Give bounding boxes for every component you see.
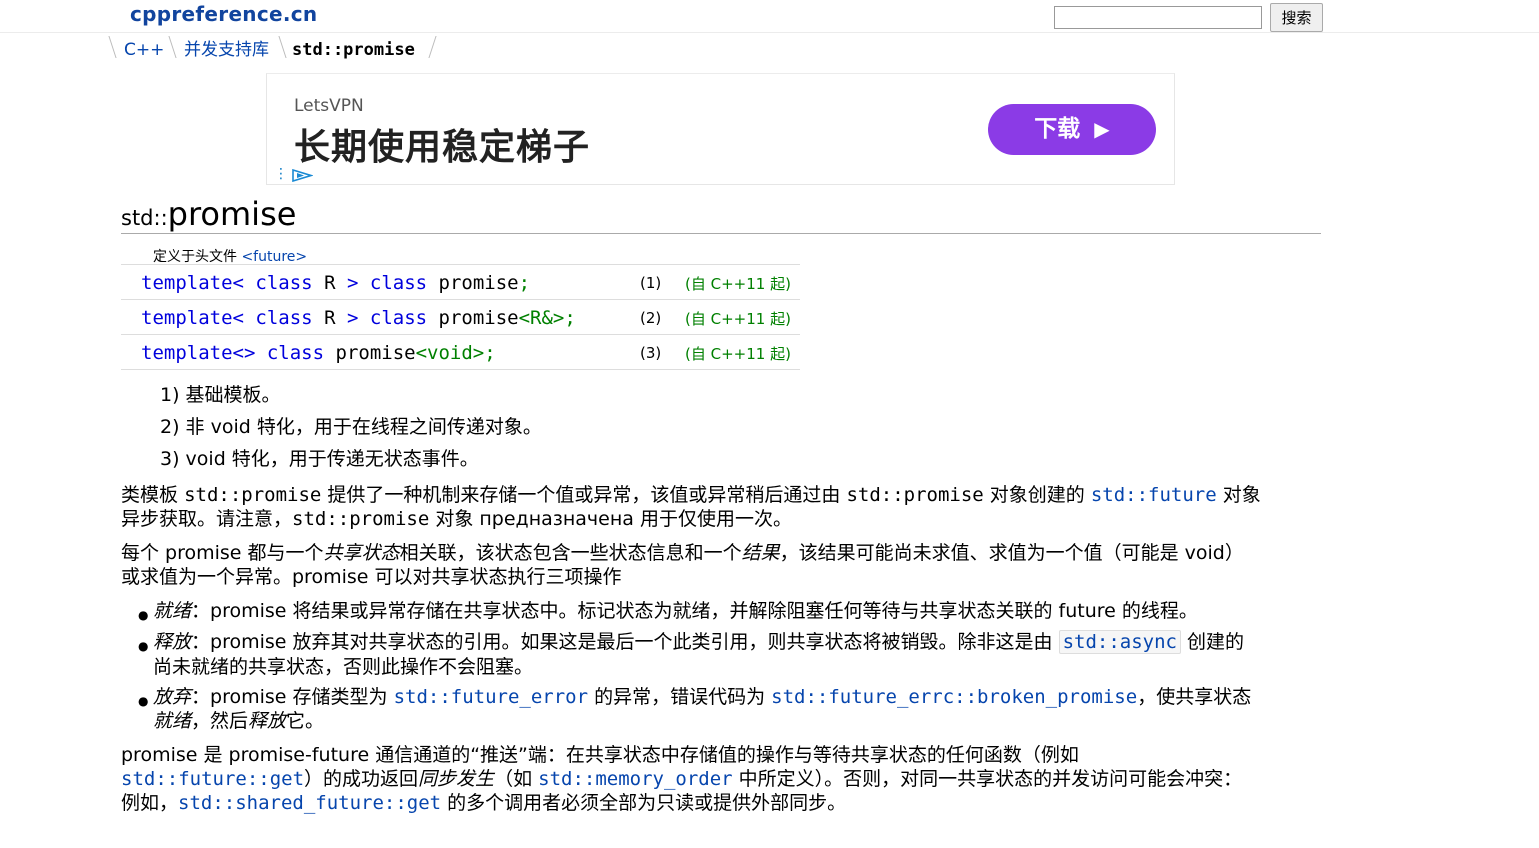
declaration-row: template< class R > class promise; (1) (… <box>121 264 800 299</box>
page-title: std::promise <box>121 195 296 233</box>
declaration-number: (2) <box>640 309 662 327</box>
declaration-code: template<> class promise<void>; <box>141 342 496 364</box>
description-paragraph-2: 每个 promise 都与一个共享状态相关联，该状态包含一些状态信息和一个结果，… <box>121 542 1244 564</box>
declaration-table-bottom <box>121 369 800 370</box>
description-paragraph-1-line-2: 异步获取。请注意，std::promise 对象 предназначена 用… <box>121 508 792 530</box>
ad-download-label: 下载 <box>1034 116 1081 142</box>
note-3: 3) void 特化，用于传递无状态事件。 <box>160 448 479 470</box>
future-get-link[interactable]: std::future::get <box>121 768 304 790</box>
breadcrumb-separator <box>420 36 437 58</box>
breadcrumb-item-thread[interactable]: 并发支持库 <box>184 34 269 60</box>
description-paragraph-3-line-2: std::future::get）的成功返回同步发生（如 std::memory… <box>121 768 1243 790</box>
memory-order-link[interactable]: std::memory_order <box>538 768 732 790</box>
declaration-code: template< class R > class promise<R&>; <box>141 307 576 329</box>
description-paragraph-2-line-2: 或求值为一个异常。promise 可以对共享状态执行三项操作 <box>121 566 622 588</box>
description-paragraph-1: 类模板 std::promise 提供了一种机制来存储一个值或异常，该值或异常稍… <box>121 484 1261 506</box>
header-label: 定义于头文件 <box>153 249 237 265</box>
search-button[interactable]: 搜索 <box>1270 3 1323 32</box>
title-name: promise <box>167 195 297 233</box>
std-future-link[interactable]: std::future <box>1091 484 1217 506</box>
note-1: 1) 基础模板。 <box>160 384 281 406</box>
site-logo-link[interactable]: cppreference.cn <box>130 2 317 26</box>
declaration-number: (3) <box>640 344 662 362</box>
bullet-release-line-2: 尚未就绪的共享状态，否则此操作不会阻塞。 <box>153 656 534 678</box>
declaration-number: (1) <box>640 274 662 292</box>
bullet-ready: 就绪：promise 将结果或异常存储在共享状态中。标记状态为就绪，并解除阻塞任… <box>153 600 1198 622</box>
ad-headline: 长期使用稳定梯子 <box>294 127 591 168</box>
advertisement-banner[interactable]: LetsVPN 长期使用稳定梯子 下载 ▶ ⋮ <box>266 73 1175 185</box>
breadcrumb-separator <box>168 36 185 58</box>
shared-future-get-link[interactable]: std::shared_future::get <box>178 792 441 814</box>
title-divider <box>121 233 1321 234</box>
broken-promise-link[interactable]: std::future_errc::broken_promise <box>771 686 1137 708</box>
top-bar: cppreference.cn 搜索 <box>0 0 1539 33</box>
ad-brand: LetsVPN <box>294 96 364 116</box>
declaration-row: template< class R > class promise<R&>; (… <box>121 299 800 334</box>
chevron-right-icon: ▶ <box>1094 117 1110 141</box>
declaration-row: template<> class promise<void>; (3) (自 C… <box>121 334 800 369</box>
adchoices-icon[interactable] <box>291 169 313 182</box>
std-future-error-link[interactable]: std::future_error <box>394 686 588 708</box>
header-file-link[interactable]: <future> <box>241 249 307 265</box>
declaration-code: template< class R > class promise; <box>141 272 531 294</box>
bullet-abandon-line-2: 就绪，然后释放它。 <box>153 710 325 732</box>
breadcrumb-separator <box>108 36 125 58</box>
ad-download-button[interactable]: 下载 ▶ <box>988 104 1156 155</box>
bullet-dot: ● <box>138 608 149 622</box>
std-async-link[interactable]: std::async <box>1058 630 1181 654</box>
since-badge: (自 C++11 起) <box>685 310 791 328</box>
search-input[interactable] <box>1054 6 1262 29</box>
description-paragraph-3: promise 是 promise-future 通信通道的“推送”端：在共享状… <box>121 744 1079 766</box>
bullet-dot: ● <box>138 639 149 653</box>
note-2: 2) 非 void 特化，用于在线程之间传递对象。 <box>160 416 542 438</box>
since-badge: (自 C++11 起) <box>685 275 791 293</box>
since-badge: (自 C++11 起) <box>685 345 791 363</box>
breadcrumb-item-current: std::promise <box>292 40 415 60</box>
more-vert-icon[interactable]: ⋮ <box>274 167 288 181</box>
bullet-dot: ● <box>138 694 149 708</box>
bullet-release: 释放：promise 放弃其对共享状态的引用。如果这是最后一个此类引用，则共享状… <box>153 630 1245 654</box>
header-file-line: 定义于头文件 <future> <box>153 246 307 266</box>
bullet-abandon: 放弃：promise 存储类型为 std::future_error 的异常，错… <box>153 686 1252 708</box>
breadcrumb-item-cpp[interactable]: C++ <box>124 34 164 60</box>
description-paragraph-3-line-3: 例如，std::shared_future::get 的多个调用者必须全部为只读… <box>121 792 847 814</box>
title-namespace: std:: <box>121 206 168 230</box>
